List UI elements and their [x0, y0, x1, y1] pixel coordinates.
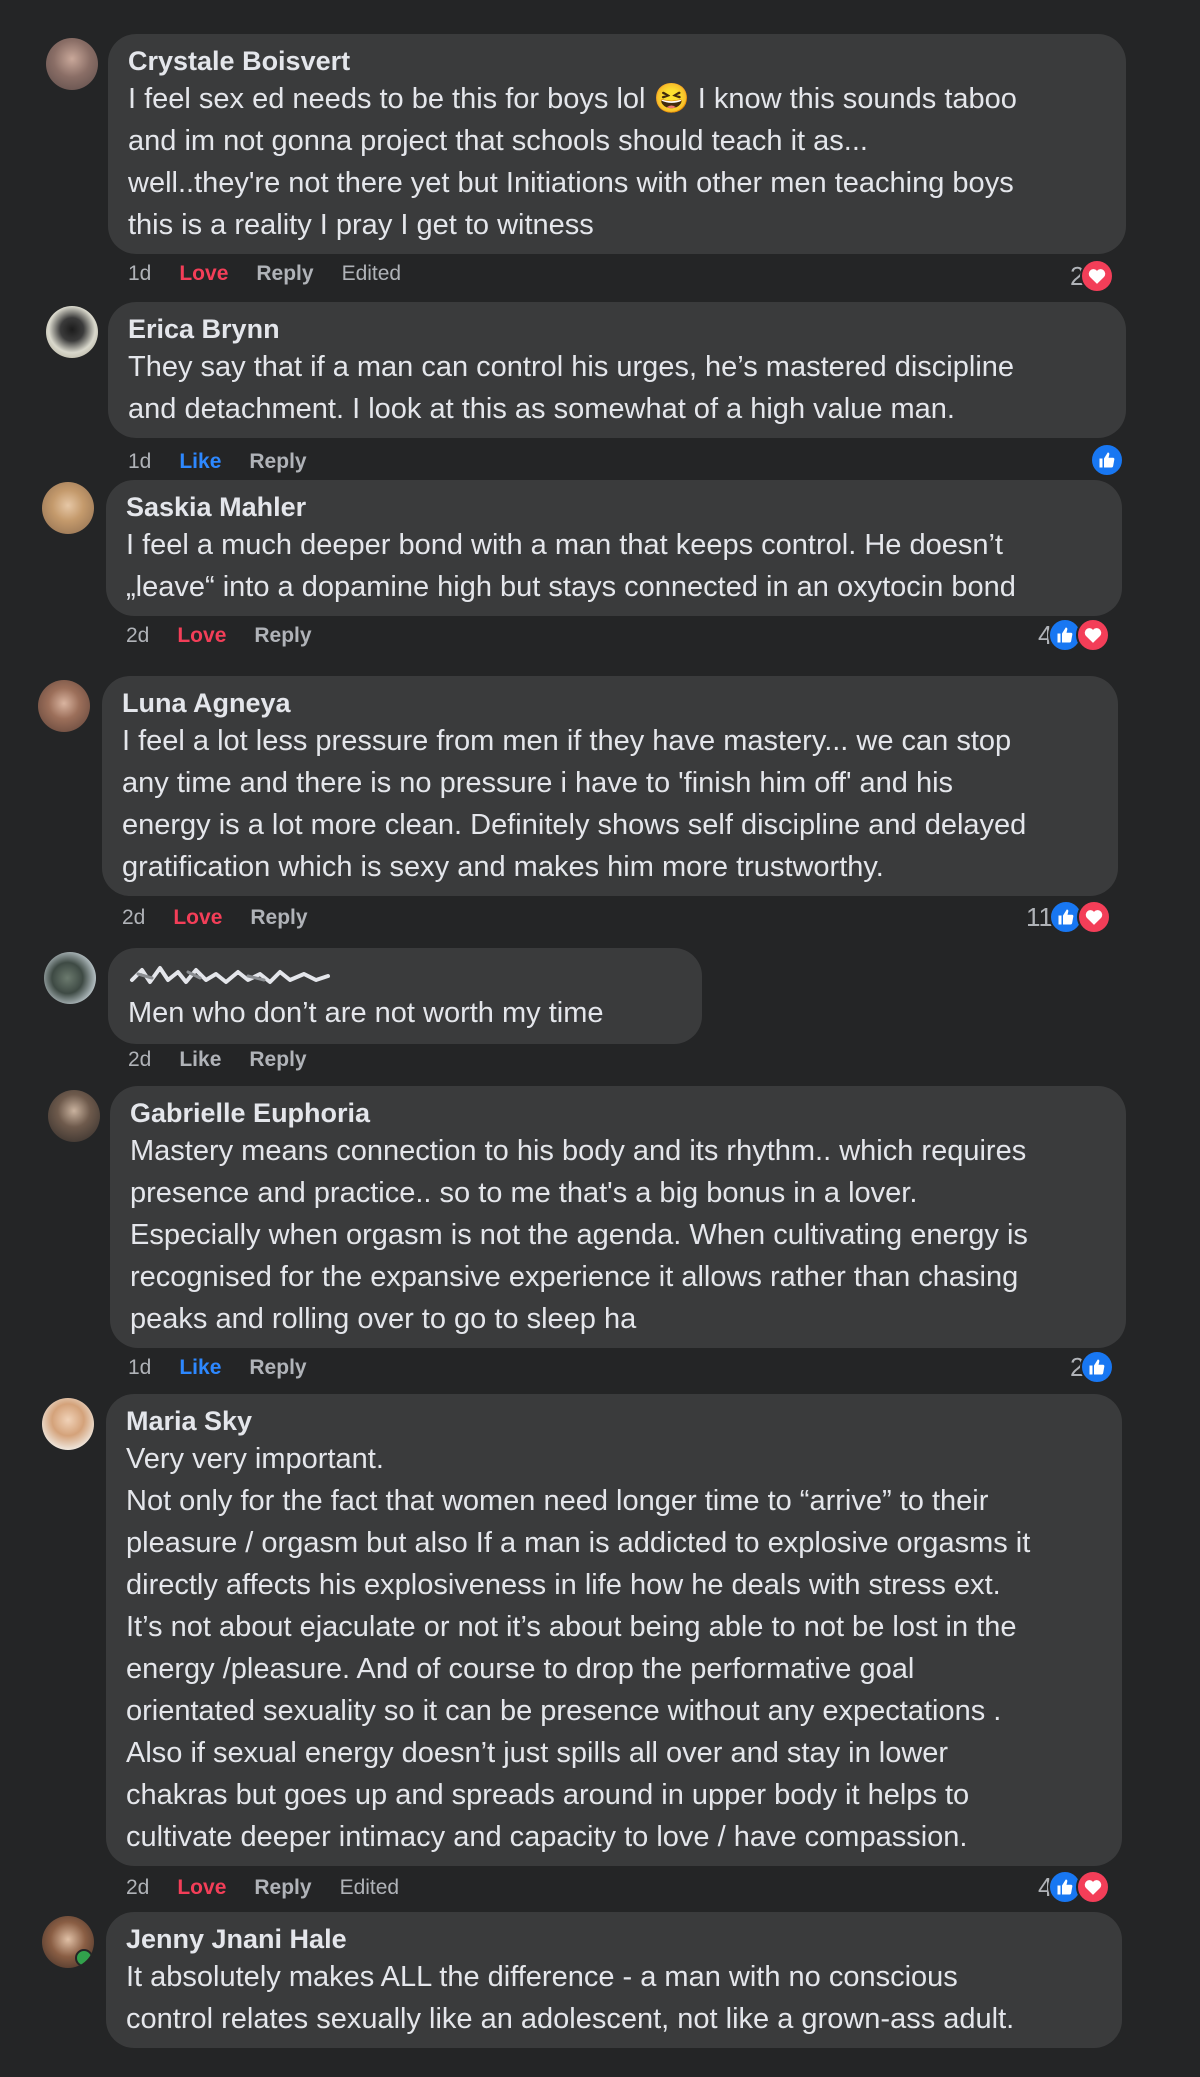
avatar[interactable]	[48, 1090, 100, 1142]
timestamp[interactable]: 2d	[126, 624, 149, 648]
comment-bubble: Jenny Jnani Hale It absolutely makes ALL…	[106, 1912, 1122, 2048]
comment-author[interactable]: Gabrielle Euphoria	[130, 1096, 1106, 1130]
like-button[interactable]: Like	[179, 1356, 221, 1380]
timestamp[interactable]: 2d	[128, 1048, 151, 1072]
love-reaction-icon	[1076, 618, 1111, 652]
comment-author[interactable]: Saskia Mahler	[126, 490, 1102, 524]
love-button[interactable]: Love	[177, 1876, 226, 1900]
comment-bubble: Saskia Mahler I feel a much deeper bond …	[106, 480, 1122, 616]
love-reaction-icon	[1076, 1870, 1111, 1904]
reaction-summary[interactable]: 4	[1038, 618, 1111, 652]
avatar[interactable]	[44, 952, 96, 1004]
comment-text: Very very important. Not only for the fa…	[126, 1443, 1031, 1853]
comment-actions: 2d Love Reply	[126, 624, 312, 648]
avatar[interactable]	[46, 306, 98, 358]
reaction-summary[interactable]: 2	[1070, 259, 1115, 293]
reply-button[interactable]: Reply	[249, 450, 306, 474]
comment-actions: 1d Like Reply	[128, 1356, 307, 1380]
laughing-emoji: 😆	[653, 83, 690, 115]
reply-button[interactable]: Reply	[254, 1876, 311, 1900]
comment-text: Men who don’t are not worth my time	[128, 997, 604, 1029]
reaction-summary[interactable]: 4	[1038, 1870, 1111, 1904]
reply-button[interactable]: Reply	[256, 262, 313, 286]
comment-text: Mastery means connection to his body and…	[130, 1135, 1028, 1335]
edited-label[interactable]: Edited	[340, 1876, 400, 1900]
avatar[interactable]	[42, 1916, 94, 1968]
love-button[interactable]: Love	[177, 624, 226, 648]
comment-text: It absolutely makes ALL the difference -…	[126, 1961, 1015, 2035]
reply-button[interactable]: Reply	[254, 624, 311, 648]
timestamp[interactable]: 1d	[128, 450, 151, 474]
timestamp[interactable]: 2d	[126, 1876, 149, 1900]
avatar[interactable]	[38, 680, 90, 732]
reaction-summary[interactable]: 2	[1070, 1350, 1115, 1384]
comment-text-part: I feel sex ed needs to be this for boys …	[128, 83, 646, 115]
comment-bubble: Luna Agneya I feel a lot less pressure f…	[102, 676, 1118, 896]
like-reaction-icon	[1080, 1350, 1115, 1384]
like-button[interactable]: Like	[179, 1048, 221, 1072]
reaction-summary[interactable]: 11	[1026, 900, 1111, 934]
comment-bubble: Gabrielle Euphoria Mastery means connect…	[110, 1086, 1126, 1348]
comment-author[interactable]: Luna Agneya	[122, 686, 1098, 720]
love-button[interactable]: Love	[173, 906, 222, 930]
comment-bubble: Men who don’t are not worth my time	[108, 948, 702, 1044]
comment-text: I feel sex ed needs to be this for boys …	[128, 78, 1106, 246]
like-button[interactable]: Like	[179, 450, 221, 474]
comment-actions: 1d Love Reply Edited	[128, 262, 401, 286]
comment-author[interactable]: Erica Brynn	[128, 312, 1106, 346]
comment-bubble: Crystale Boisvert I feel sex ed needs to…	[108, 34, 1126, 254]
timestamp[interactable]: 2d	[122, 906, 145, 930]
comment-author[interactable]: Maria Sky	[126, 1404, 1102, 1438]
comment-text: I feel a lot less pressure from men if t…	[122, 725, 1027, 883]
comment-actions: 2d Love Reply	[122, 906, 308, 930]
reply-button[interactable]: Reply	[250, 906, 307, 930]
avatar[interactable]	[42, 1398, 94, 1450]
timestamp[interactable]: 1d	[128, 1356, 151, 1380]
reply-button[interactable]: Reply	[249, 1356, 306, 1380]
love-reaction-icon	[1080, 259, 1115, 293]
reaction-summary[interactable]	[1090, 443, 1124, 477]
comment-text: They say that if a man can control his u…	[128, 351, 1015, 425]
edited-label[interactable]: Edited	[342, 262, 402, 286]
reply-button[interactable]: Reply	[249, 1048, 306, 1072]
timestamp[interactable]: 1d	[128, 262, 151, 286]
love-button[interactable]: Love	[179, 262, 228, 286]
obscured-author-name	[130, 966, 330, 984]
avatar[interactable]	[46, 38, 98, 90]
comment-actions: 2d Like Reply	[128, 1048, 307, 1072]
comment-actions: 1d Like Reply	[128, 450, 307, 474]
online-status-icon	[75, 1949, 93, 1967]
comment-text: I feel a much deeper bond with a man tha…	[126, 529, 1016, 603]
comment-bubble: Maria Sky Very very important. Not only …	[106, 1394, 1122, 1866]
comment-bubble: Erica Brynn They say that if a man can c…	[108, 302, 1126, 438]
comment-author[interactable]: Crystale Boisvert	[128, 44, 1106, 78]
love-reaction-icon	[1077, 900, 1111, 934]
avatar[interactable]	[42, 482, 94, 534]
like-reaction-icon	[1090, 443, 1124, 477]
comment-author[interactable]: Jenny Jnani Hale	[126, 1922, 1102, 1956]
comment-actions: 2d Love Reply Edited	[126, 1876, 399, 1900]
